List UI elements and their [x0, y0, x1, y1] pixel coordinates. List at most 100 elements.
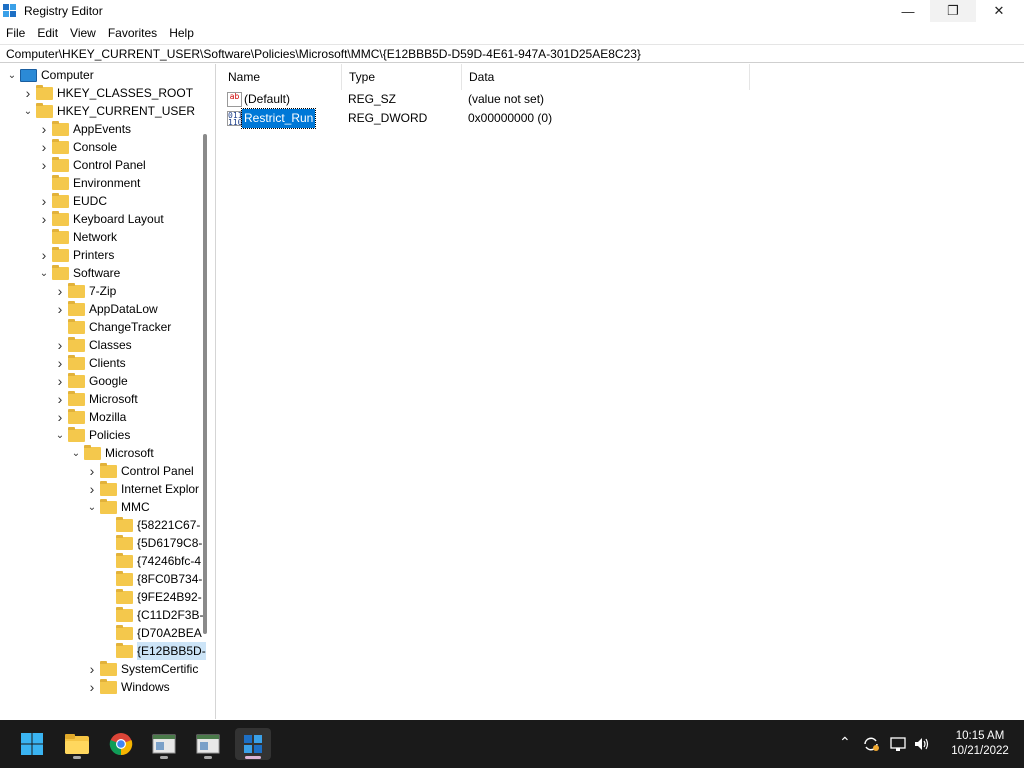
taskbar-app-1[interactable] [146, 728, 182, 760]
taskbar-file-explorer[interactable] [59, 728, 95, 760]
tree-node[interactable]: Environment [38, 174, 140, 192]
tree-node[interactable]: ⌄ Microsoft [70, 444, 154, 462]
tree-node[interactable]: › Console [38, 138, 117, 156]
value-row[interactable]: ab (Default) REG_SZ (value not set) [221, 90, 781, 109]
chevron-down-icon[interactable]: ⌄ [86, 498, 98, 516]
chevron-down-icon[interactable]: ⌄ [22, 102, 34, 120]
tree-node[interactable]: ⌄ Software [38, 264, 120, 282]
tree-node[interactable]: › Internet Explor [86, 480, 199, 498]
tree-node[interactable]: ⌄ HKEY_CURRENT_USER [22, 102, 195, 120]
tree-node[interactable]: › Printers [38, 246, 114, 264]
folder-icon [36, 102, 53, 118]
taskbar-registry-editor[interactable] [235, 728, 271, 760]
address-bar[interactable]: Computer\HKEY_CURRENT_USER\Software\Poli… [0, 44, 1024, 63]
tree-node[interactable]: ⌄ Computer [6, 66, 94, 84]
chevron-down-icon[interactable]: ⌄ [54, 426, 66, 444]
volume-icon[interactable] [913, 735, 931, 753]
network-icon[interactable] [889, 735, 907, 753]
system-clock[interactable]: 10:15 AM 10/21/2022 [940, 729, 1020, 759]
chevron-right-icon[interactable]: › [54, 408, 66, 426]
chevron-right-icon[interactable]: › [86, 678, 98, 696]
tree-node[interactable]: › Microsoft [54, 390, 138, 408]
chevron-right-icon[interactable]: › [38, 192, 50, 210]
chevron-right-icon[interactable]: › [54, 300, 66, 318]
chevron-right-icon[interactable]: › [38, 246, 50, 264]
column-name[interactable]: Name [221, 64, 342, 90]
tree-node[interactable]: › Google [54, 372, 128, 390]
taskbar-app-2[interactable] [190, 728, 226, 760]
folder-icon [68, 318, 85, 334]
string-value-icon: ab [227, 92, 242, 107]
chevron-right-icon[interactable]: › [86, 660, 98, 678]
chevron-right-icon[interactable]: › [54, 354, 66, 372]
chevron-right-icon[interactable]: › [22, 84, 34, 102]
tree-node[interactable]: ⌄ Policies [54, 426, 130, 444]
chevron-right-icon[interactable]: › [54, 282, 66, 300]
tree-node[interactable]: › AppEvents [38, 120, 131, 138]
tree-node[interactable]: Network [38, 228, 117, 246]
menu-favorites[interactable]: Favorites [102, 24, 163, 42]
tree-node-label: Clients [89, 356, 126, 370]
sync-icon[interactable] [862, 735, 880, 753]
tree-node-label: {C11D2F3B- [137, 608, 204, 622]
tree-node[interactable]: {74246bfc-4 [102, 552, 201, 570]
values-list[interactable]: Name Type Data ab (Default) REG_SZ (valu… [221, 64, 1024, 719]
chevron-up-icon[interactable]: ⌃ [839, 734, 851, 751]
tree-node[interactable]: {9FE24B92- [102, 588, 202, 606]
chevron-right-icon[interactable]: › [86, 462, 98, 480]
tree-node-label: {9FE24B92- [137, 590, 202, 604]
tree-node[interactable]: › 7-Zip [54, 282, 116, 300]
restore-button[interactable]: ❐ [930, 0, 976, 22]
tree-node-label: Keyboard Layout [73, 212, 164, 226]
chevron-right-icon[interactable]: › [54, 390, 66, 408]
tree-node[interactable]: ⌄ MMC [86, 498, 150, 516]
chevron-right-icon[interactable]: › [54, 372, 66, 390]
tree-vertical-scrollbar[interactable] [203, 134, 207, 634]
tree-node[interactable]: › Clients [54, 354, 126, 372]
chevron-right-icon[interactable]: › [38, 156, 50, 174]
tree-node[interactable]: {5D6179C8- [102, 534, 202, 552]
tree-node[interactable]: › EUDC [38, 192, 107, 210]
tree-node[interactable]: › HKEY_CLASSES_ROOT [22, 84, 193, 102]
folder-icon [100, 498, 117, 514]
title-bar[interactable]: Registry Editor — ❐ ✕ [0, 0, 1024, 22]
start-button[interactable] [14, 728, 50, 760]
tree-node[interactable]: {C11D2F3B- [102, 606, 203, 624]
tree-node[interactable]: › Control Panel [38, 156, 146, 174]
chevron-down-icon[interactable]: ⌄ [6, 66, 18, 84]
column-data[interactable]: Data [462, 64, 750, 90]
chevron-down-icon[interactable]: ⌄ [38, 264, 50, 282]
tree-node[interactable]: › Control Panel [86, 462, 194, 480]
registry-editor-window: Registry Editor — ❐ ✕ File Edit View Fav… [0, 0, 1024, 720]
tree-node[interactable]: › Classes [54, 336, 132, 354]
taskbar-chrome[interactable] [103, 728, 139, 760]
tree-node[interactable]: › SystemCertific [86, 660, 198, 678]
minimize-button[interactable]: — [885, 0, 931, 22]
menu-edit[interactable]: Edit [31, 24, 64, 42]
chevron-right-icon[interactable]: › [38, 138, 50, 156]
tree-node-label: HKEY_CURRENT_USER [57, 104, 196, 118]
tree-node[interactable]: › AppDataLow [54, 300, 158, 318]
tree-node[interactable]: › Windows [86, 678, 170, 696]
tree-node[interactable]: {58221C67- [102, 516, 200, 534]
chevron-right-icon[interactable]: › [54, 336, 66, 354]
chevron-down-icon[interactable]: ⌄ [70, 444, 82, 462]
tree-node[interactable]: {8FC0B734- [102, 570, 202, 588]
value-row-selected[interactable]: 011 110 Restrict_Run REG_DWORD 0x00000000… [221, 108, 781, 129]
menu-view[interactable]: View [64, 24, 102, 42]
tree-node[interactable]: {E12BBB5D- [102, 642, 206, 660]
tree-node[interactable]: › Keyboard Layout [38, 210, 164, 228]
menu-help[interactable]: Help [163, 24, 200, 42]
tree-node[interactable]: {D70A2BEA [102, 624, 202, 642]
folder-icon [116, 570, 133, 586]
column-type[interactable]: Type [342, 64, 462, 90]
menu-file[interactable]: File [0, 24, 31, 42]
tree-node-label: {74246bfc-4 [137, 554, 202, 568]
chevron-right-icon[interactable]: › [38, 210, 50, 228]
registry-tree[interactable]: ⌄ Computer › HKEY_CLASSES_ROOT ⌄ HKEY_CURRENT… [0, 64, 216, 719]
tree-node[interactable]: ChangeTracker [54, 318, 171, 336]
chevron-right-icon[interactable]: › [86, 480, 98, 498]
tree-node[interactable]: › Mozilla [54, 408, 126, 426]
chevron-right-icon[interactable]: › [38, 120, 50, 138]
close-button[interactable]: ✕ [976, 0, 1022, 22]
